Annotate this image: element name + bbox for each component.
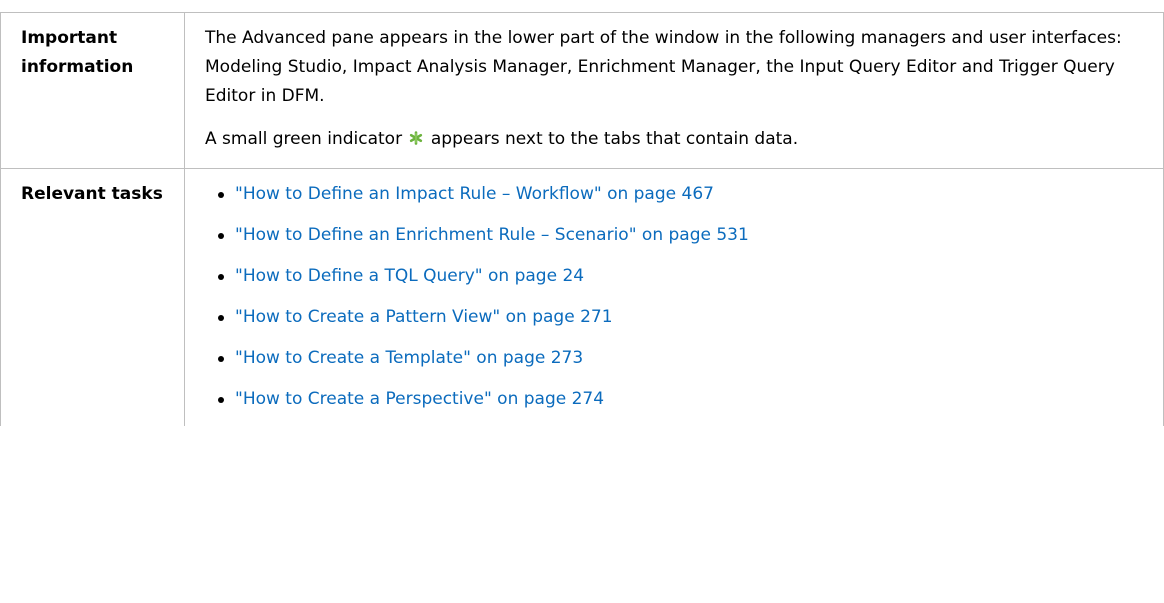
list-item: "How to Define an Impact Rule – Workflow… <box>205 180 1143 209</box>
indicator-text-before: A small green indicator <box>205 129 403 149</box>
advanced-pane-description: The Advanced pane appears in the lower p… <box>205 28 1122 106</box>
task-link-impact-rule[interactable]: "How to Define an Impact Rule – Workflow… <box>235 184 714 204</box>
task-link-perspective[interactable]: "How to Create a Perspective" on page 27… <box>235 389 604 409</box>
indicator-text-after: appears next to the tabs that contain da… <box>430 129 799 149</box>
task-link-tql-query[interactable]: "How to Define a TQL Query" on page 24 <box>235 266 584 286</box>
info-table: Important information The Advanced pane … <box>0 12 1164 426</box>
task-link-template[interactable]: "How to Create a Template" on page 273 <box>235 348 583 368</box>
task-link-enrichment-rule[interactable]: "How to Define an Enrichment Rule – Scen… <box>235 225 749 245</box>
indicator-description: A small green indicator appears next to … <box>205 125 1143 154</box>
list-item: "How to Define a TQL Query" on page 24 <box>205 262 1143 291</box>
relevant-tasks-list: "How to Define an Impact Rule – Workflow… <box>205 180 1143 414</box>
list-item: "How to Define an Enrichment Rule – Scen… <box>205 221 1143 250</box>
important-information-content: The Advanced pane appears in the lower p… <box>184 12 1164 169</box>
important-information-row: Important information The Advanced pane … <box>0 12 1164 169</box>
list-item: "How to Create a Template" on page 273 <box>205 344 1143 373</box>
bullet-icon <box>218 233 224 239</box>
relevant-tasks-row: Relevant tasks "How to Define an Impact … <box>0 168 1164 426</box>
bullet-icon <box>218 274 224 280</box>
green-asterisk-icon <box>410 131 423 145</box>
list-item: "How to Create a Pattern View" on page 2… <box>205 303 1143 332</box>
bullet-icon <box>218 192 224 198</box>
important-information-label: Important information <box>0 12 185 169</box>
relevant-tasks-label: Relevant tasks <box>0 168 185 426</box>
task-link-pattern-view[interactable]: "How to Create a Pattern View" on page 2… <box>235 307 613 327</box>
relevant-tasks-content: "How to Define an Impact Rule – Workflow… <box>184 168 1164 426</box>
bullet-icon <box>218 315 224 321</box>
list-item: "How to Create a Perspective" on page 27… <box>205 385 1143 414</box>
bullet-icon <box>218 397 224 403</box>
bullet-icon <box>218 356 224 362</box>
